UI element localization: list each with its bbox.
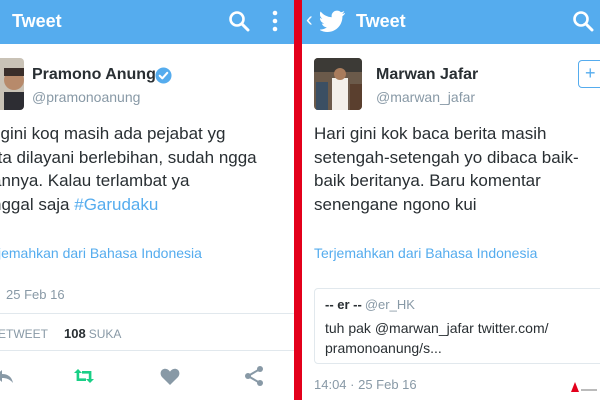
follow-icon: + [585,63,596,83]
search-icon[interactable] [228,10,250,32]
quoted-tweet-card[interactable]: -- er -- @er_HK tuh pak @marwan_jafar twi… [314,288,600,364]
author-handle[interactable]: @pramonoanung [32,89,140,105]
tweet-line: Hari gini kok baca berita masih [314,124,547,143]
verified-icon [155,67,172,84]
watermark-logo-icon [571,382,597,392]
tweet-line: baik beritanya. Baru komentar [314,171,541,190]
likes-label[interactable]: SUKA [89,327,122,341]
translate-link[interactable]: jemahkan dari Bahasa Indonesia [0,245,202,261]
share-icon[interactable] [242,364,266,388]
quoted-tweet-header: -- er -- @er_HK [325,297,415,312]
tweet-line: nggal saja #Garudaku [0,193,257,217]
tweet-line-text: nggal saja [0,194,75,214]
red-divider [294,0,302,400]
author-name[interactable]: Pramono Anung [32,66,156,84]
author-name[interactable]: Marwan Jafar [376,66,478,84]
left-tweet-screen: Tweet Pramono Anung @pramonoanung i gini… [0,0,294,400]
follow-button[interactable]: + [578,60,600,88]
tweet-line: setengah-setengah yo dibaca baik- [314,147,579,167]
author-avatar[interactable] [0,58,24,110]
tweet-stats: ETWEET 108 SUKA [0,326,121,341]
quoted-tweet-line: pramonoanung/s... [325,340,442,356]
author-avatar[interactable] [314,58,362,110]
like-icon[interactable] [158,364,182,388]
tweet-line: i gini koq masih ada pejabat yg [0,124,226,143]
app-bar: ‹ Tweet [302,0,600,44]
quoted-author-handle: @er_HK [364,297,415,312]
divider-line [0,313,294,314]
quoted-tweet-text: tuh pak @marwan_jafar twitter.com/ pramo… [325,318,549,358]
back-chevron-icon[interactable]: ‹ [306,10,313,30]
app-bar-title: Tweet [12,11,62,31]
app-bar-title: Tweet [356,11,406,31]
tweet-timestamp: 25 Feb 16 [6,287,65,302]
tweet-text: i gini koq masih ada pejabat yg rta dila… [0,122,257,216]
app-bar: Tweet [0,0,294,44]
tweet-timestamp: 14:04 · 25 Feb 16 [314,377,417,392]
quoted-author-name: -- er -- [325,297,362,312]
tweet-text: Hari gini kok baca berita masih setengah… [314,122,579,216]
search-icon[interactable] [572,10,594,32]
quoted-tweet-line: tuh pak @marwan_jafar twitter.com/ [325,320,549,336]
retweets-label[interactable]: ETWEET [0,327,48,341]
tweet-line: annya. Kalau terlambat ya [0,171,190,190]
author-handle[interactable]: @marwan_jafar [376,89,475,105]
translate-link[interactable]: Terjemahkan dari Bahasa Indonesia [314,245,537,261]
reply-icon[interactable] [0,364,16,388]
tweet-line: senengane ngono kui [314,194,477,214]
retweet-icon[interactable] [72,364,96,388]
likes-count[interactable]: 108 [64,326,86,341]
divider-line [0,350,294,351]
twitter-bird-icon [320,10,345,32]
hashtag-link[interactable]: #Garudaku [74,195,158,214]
more-vertical-icon[interactable] [270,8,280,34]
tweet-line: rta dilayani berlebihan, sudah ngga [0,147,257,167]
